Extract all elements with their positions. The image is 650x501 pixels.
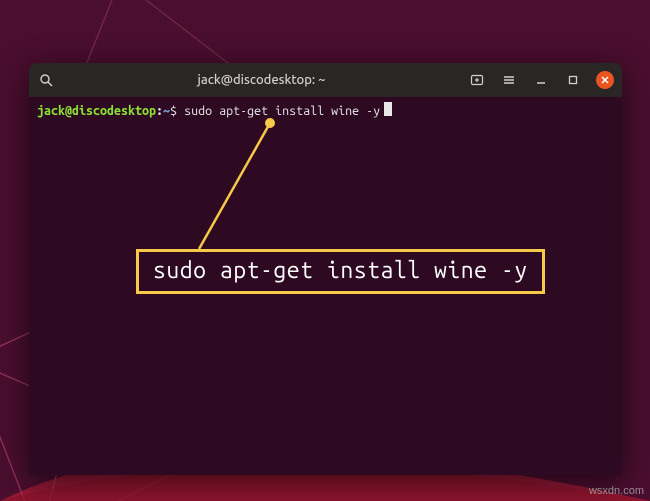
minimize-button[interactable]	[532, 71, 550, 89]
titlebar-controls	[468, 71, 614, 89]
window-title: jack@discodesktop: ~	[63, 73, 460, 87]
callout-box: sudo apt-get install wine -y	[136, 249, 545, 294]
prompt-separator: :	[156, 102, 163, 120]
prompt-symbol: $	[170, 102, 177, 120]
prompt-command: sudo apt-get install wine -y	[177, 102, 380, 120]
search-icon[interactable]	[37, 71, 55, 89]
cursor	[384, 102, 392, 116]
maximize-button[interactable]	[564, 71, 582, 89]
close-button[interactable]	[596, 71, 614, 89]
prompt-user-host: jack@discodesktop	[37, 102, 156, 120]
titlebar: jack@discodesktop: ~	[29, 63, 622, 97]
watermark: wsxdn.com	[589, 485, 644, 497]
newtab-icon[interactable]	[468, 71, 486, 89]
callout-text: sudo apt-get install wine -y	[153, 258, 528, 283]
prompt-path: ~	[163, 102, 170, 120]
prompt-line: jack@discodesktop:~$ sudo apt-get instal…	[37, 102, 614, 120]
menu-icon[interactable]	[500, 71, 518, 89]
